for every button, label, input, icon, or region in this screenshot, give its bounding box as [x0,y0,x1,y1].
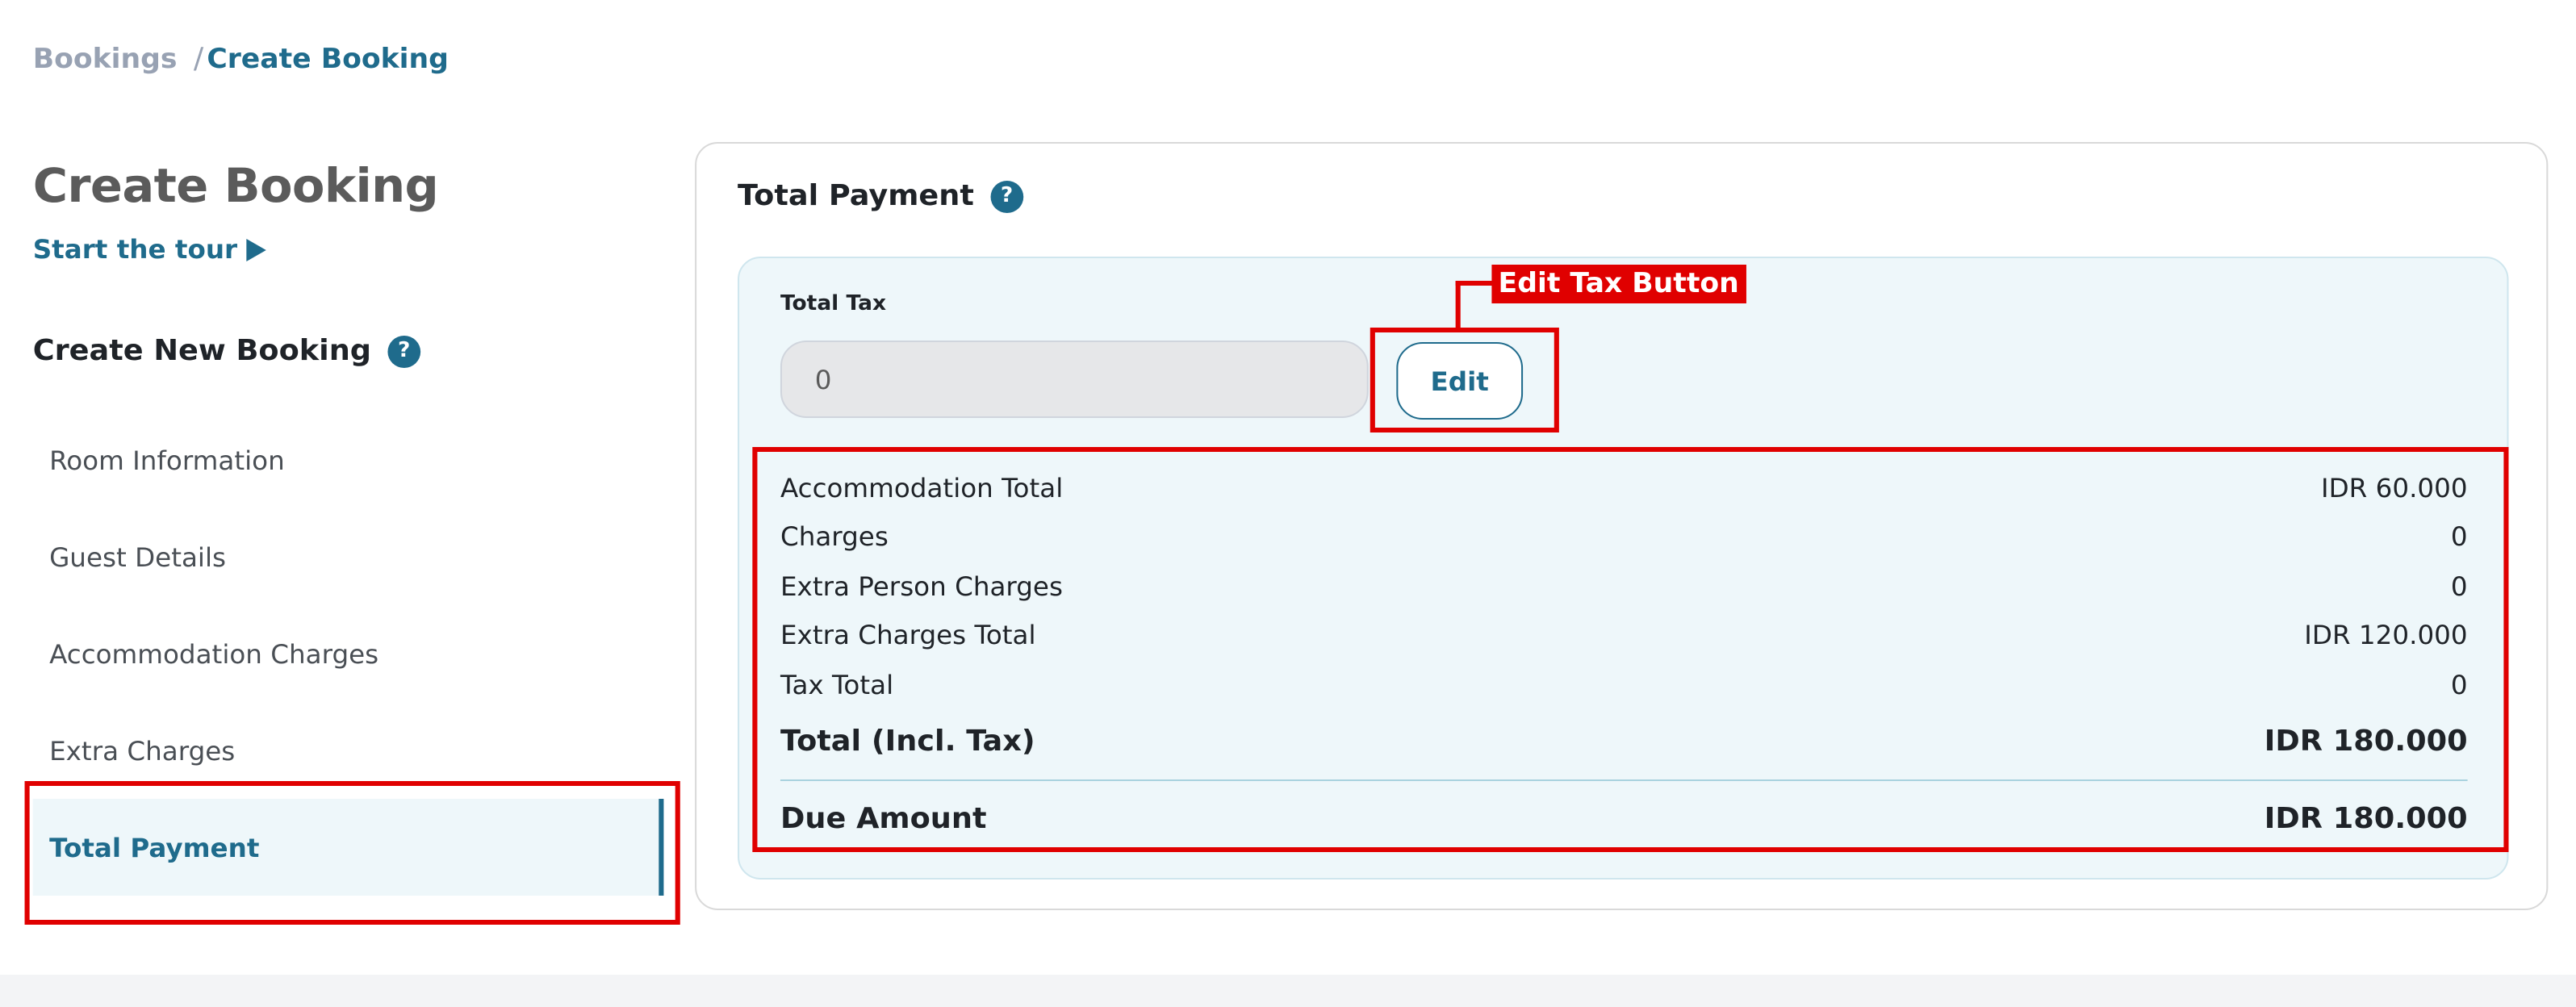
section-title: Create New Booking ? [32,334,421,368]
start-tour-label: Start the tour [32,234,238,265]
card-title-label: Total Payment [738,179,974,213]
step-label: Accommodation Charges [49,638,379,669]
help-icon[interactable]: ? [990,180,1023,212]
total-tax-label: Total Tax [780,292,887,316]
annotation-leader-line [1455,281,1494,286]
breadcrumb: Bookings / Create Booking [33,42,449,76]
section-title-label: Create New Booking [32,334,372,368]
card-title: Total Payment ? [738,179,1023,213]
help-icon[interactable]: ? [387,335,421,367]
step-label: Guest Details [49,541,227,572]
start-tour-link[interactable]: Start the tour [33,234,267,265]
breadcrumb-current: Create Booking [207,43,449,75]
step-list: Room Information Guest Details Accommoda… [32,412,664,896]
step-guest-details[interactable]: Guest Details [33,508,664,605]
annotation-leader-line [1455,281,1461,329]
annotation-total-payment-step [24,781,680,925]
total-tax-input[interactable] [780,341,1369,418]
page-title: Create Booking [32,158,439,213]
breadcrumb-separator: / [193,42,204,76]
page-footer-strip [0,975,2576,1007]
step-label: Room Information [49,445,285,475]
step-label: Extra Charges [49,735,236,766]
annotation-edit-tax-button [1370,328,1559,432]
play-icon [247,238,267,261]
breadcrumb-bookings-link[interactable]: Bookings [33,43,178,75]
step-accommodation-charges[interactable]: Accommodation Charges [33,605,664,702]
annotation-edit-tax-label: Edit Tax Button [1491,265,1746,303]
annotation-payment-breakdown [752,447,2509,852]
step-room-information[interactable]: Room Information [33,412,664,508]
